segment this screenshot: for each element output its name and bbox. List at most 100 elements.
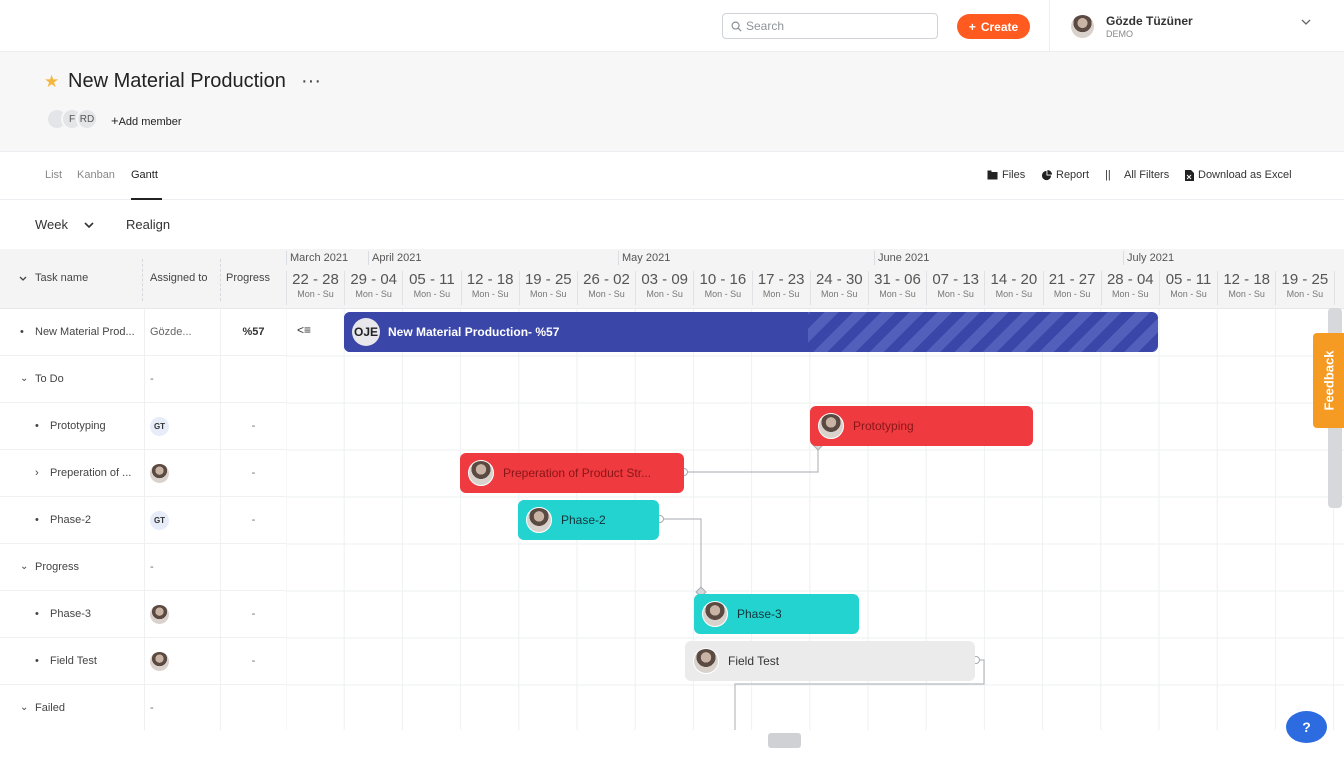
download-excel-button[interactable]: Download as Excel bbox=[1185, 169, 1292, 181]
week-dropdown[interactable]: Week bbox=[35, 217, 94, 232]
progress-cell: - bbox=[251, 655, 256, 667]
gantt-bar[interactable]: Field Test bbox=[685, 641, 975, 681]
table-row[interactable]: ⌄ Failed - bbox=[0, 685, 286, 730]
report-button[interactable]: Report bbox=[1041, 169, 1089, 181]
project-title: New Material Production bbox=[68, 70, 286, 92]
table-row[interactable]: • Field Test - bbox=[0, 638, 286, 685]
tab-list[interactable]: List bbox=[45, 169, 62, 181]
week-range: 12 - 18 bbox=[466, 271, 514, 288]
row-toggle-icon[interactable]: › bbox=[35, 467, 39, 479]
gantt-bar[interactable]: Phase-3 bbox=[694, 594, 859, 634]
row-toggle-icon[interactable]: ⌄ bbox=[20, 373, 28, 384]
task-name[interactable]: Progress bbox=[35, 561, 79, 573]
top-bar: + Create Gözde Tüzüner DEMO bbox=[0, 0, 1344, 52]
horizontal-scrollbar[interactable] bbox=[768, 733, 801, 748]
progress-cell: - bbox=[251, 514, 256, 526]
row-toggle-icon: • bbox=[35, 608, 39, 620]
table-row[interactable]: • New Material Prod... Gözde... %57 bbox=[0, 309, 286, 356]
task-name[interactable]: To Do bbox=[35, 373, 64, 385]
week-days: Mon - Su bbox=[1053, 289, 1091, 299]
week-range: 31 - 06 bbox=[874, 271, 921, 288]
search-box[interactable] bbox=[722, 13, 938, 39]
chevron-down-icon[interactable] bbox=[19, 276, 27, 282]
week-range: 19 - 25 bbox=[524, 271, 572, 288]
tab-kanban[interactable]: Kanban bbox=[77, 169, 115, 181]
collapse-grid-icon[interactable]: <≡ bbox=[297, 323, 311, 337]
search-input[interactable] bbox=[746, 19, 926, 33]
gantt-bar[interactable]: Phase-2 bbox=[518, 500, 659, 540]
task-name[interactable]: Prototyping bbox=[50, 420, 106, 432]
table-row[interactable]: ⌄ To Do - bbox=[0, 356, 286, 403]
row-toggle-icon: • bbox=[35, 514, 39, 526]
week-days: Mon - Su bbox=[355, 289, 392, 299]
week-column-header: 21 - 27 Mon - Su bbox=[1042, 271, 1101, 305]
assigned-cell: Gözde... bbox=[150, 326, 192, 338]
chevron-down-icon bbox=[84, 222, 94, 229]
week-range: 03 - 09 bbox=[641, 271, 689, 288]
assigned-cell: - bbox=[150, 373, 154, 385]
task-name[interactable]: Phase-3 bbox=[50, 608, 91, 620]
gantt-bar[interactable]: OJE New Material Production- %57 bbox=[344, 312, 1158, 352]
column-progress[interactable]: Progress bbox=[226, 272, 270, 284]
week-range: 2 bbox=[1335, 271, 1344, 288]
star-icon[interactable]: ★ bbox=[44, 72, 59, 92]
assignee-text: - bbox=[150, 561, 154, 573]
week-days: Mon - Su bbox=[762, 289, 800, 299]
table-row[interactable]: ⌄ Progress - bbox=[0, 544, 286, 591]
plus-icon: + bbox=[111, 113, 119, 128]
week-days: Mon - Su bbox=[588, 289, 625, 299]
gantt-bar[interactable]: Preperation of Product Str... bbox=[460, 453, 684, 493]
separator-icon: || bbox=[1105, 169, 1111, 181]
feedback-tab[interactable]: Feedback bbox=[1313, 333, 1344, 428]
week-range: 17 - 23 bbox=[757, 271, 805, 288]
add-member-label: Add member bbox=[118, 116, 182, 128]
row-toggle-icon: • bbox=[20, 326, 24, 338]
all-filters-button[interactable]: All Filters bbox=[1124, 169, 1169, 181]
week-column-header: 31 - 06 Mon - Su bbox=[868, 271, 926, 305]
column-task-name[interactable]: Task name bbox=[35, 272, 88, 284]
row-toggle-icon[interactable]: ⌄ bbox=[20, 561, 28, 572]
help-button[interactable]: ? bbox=[1286, 711, 1327, 743]
more-options-icon[interactable]: ··· bbox=[301, 70, 321, 93]
column-assigned-to[interactable]: Assigned to bbox=[150, 272, 207, 284]
task-name[interactable]: Field Test bbox=[50, 655, 97, 667]
table-row[interactable]: › Preperation of ... - bbox=[0, 450, 286, 497]
files-label: Files bbox=[1002, 169, 1026, 181]
row-toggle-icon[interactable]: ⌄ bbox=[20, 702, 28, 713]
month-label: June 2021 bbox=[874, 251, 929, 265]
table-row[interactable]: • Phase-3 - bbox=[0, 591, 286, 638]
week-days: M bbox=[1335, 289, 1344, 299]
add-member-button[interactable]: +Add member bbox=[111, 113, 182, 128]
project-avatar: OJE bbox=[352, 318, 380, 346]
files-button[interactable]: Files bbox=[987, 169, 1025, 181]
create-button[interactable]: + Create bbox=[957, 14, 1030, 39]
assignee-avatar bbox=[818, 413, 844, 439]
tab-gantt[interactable]: Gantt bbox=[131, 169, 158, 181]
task-name[interactable]: Phase-2 bbox=[50, 514, 91, 526]
week-column-header: 14 - 20 Mon - Su bbox=[984, 271, 1042, 305]
week-range: 26 - 02 bbox=[583, 271, 630, 288]
assigned-cell bbox=[150, 605, 169, 627]
task-name[interactable]: Preperation of ... bbox=[50, 467, 131, 479]
download-label: Download as Excel bbox=[1198, 169, 1292, 181]
member-avatar[interactable]: RD bbox=[76, 108, 98, 130]
task-name[interactable]: Failed bbox=[35, 702, 65, 714]
chevron-down-icon[interactable] bbox=[1300, 18, 1312, 26]
table-row[interactable]: • Phase-2 GT - bbox=[0, 497, 286, 544]
user-menu[interactable]: Gözde Tüzüner DEMO bbox=[1049, 0, 1344, 52]
week-range: 05 - 11 bbox=[1165, 271, 1212, 288]
week-column-header: 12 - 18 Mon - Su bbox=[460, 271, 519, 305]
week-column-header: 26 - 02 Mon - Su bbox=[577, 271, 635, 305]
week-days: Mon - Su bbox=[879, 289, 916, 299]
gantt-bar[interactable]: Prototyping bbox=[810, 406, 1033, 446]
task-name[interactable]: New Material Prod... bbox=[35, 326, 135, 338]
week-column-header: 28 - 04 Mon - Su bbox=[1100, 271, 1159, 305]
table-row[interactable]: • Prototyping GT - bbox=[0, 403, 286, 450]
assigned-cell: GT bbox=[150, 511, 169, 530]
realign-button[interactable]: Realign bbox=[126, 217, 170, 232]
assignee-avatar bbox=[526, 507, 552, 533]
progress-cell: - bbox=[251, 608, 256, 620]
assigned-cell bbox=[150, 652, 169, 674]
assignee-text: - bbox=[150, 373, 154, 385]
project-header: ★ New Material Production ··· F RD +Add … bbox=[0, 52, 1344, 152]
